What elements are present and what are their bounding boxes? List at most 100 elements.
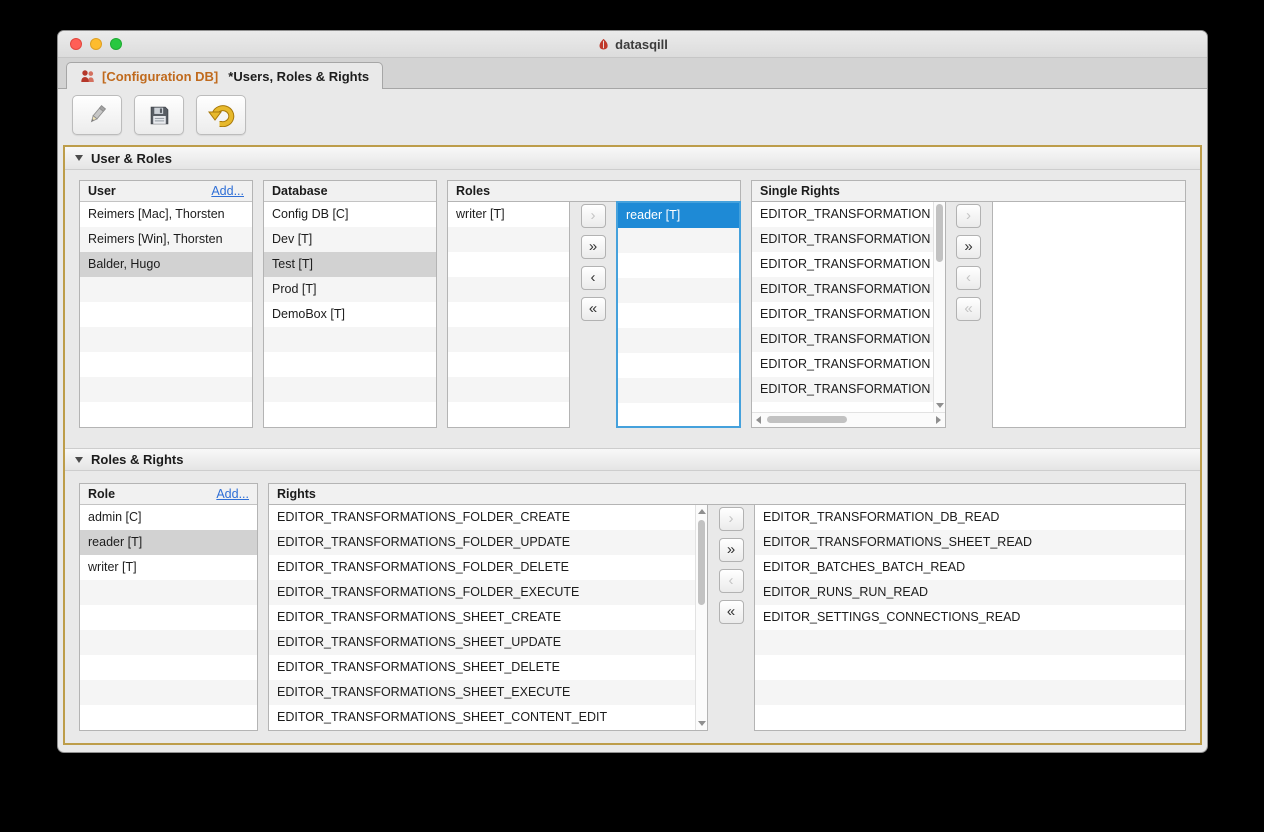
role-available-row[interactable]: writer [T] [448, 202, 569, 227]
zoom-window-button[interactable] [110, 38, 122, 50]
roles-dual-body: writer [T] › » ‹ « reader [T] [447, 201, 741, 428]
single-right-row[interactable]: EDITOR_TRANSFORMATION [752, 202, 933, 227]
scroll-up-arrow-icon[interactable] [698, 509, 706, 514]
right-available-row[interactable]: EDITOR_TRANSFORMATIONS_SHEET_UPDATE [269, 630, 695, 655]
database-row[interactable]: Config DB [C] [264, 202, 436, 227]
scroll-down-arrow-icon[interactable] [936, 403, 944, 408]
single-right-row[interactable]: EDITOR_TRANSFORMATION [752, 252, 933, 277]
vertical-scrollbar[interactable] [695, 505, 707, 730]
role-assigned-row[interactable]: reader [T] [618, 203, 739, 228]
right-available-row[interactable]: EDITOR_TRANSFORMATIONS_SHEET_DELETE [269, 655, 695, 680]
single-right-row[interactable]: EDITOR_TRANSFORMATION [752, 302, 933, 327]
move-all-right-button[interactable]: » [719, 538, 744, 562]
user-panel: User Add... Reimers [Mac], ThorstenReime… [79, 180, 253, 428]
role-list[interactable]: admin [C]reader [T]writer [T] [80, 505, 257, 730]
empty-row [448, 252, 569, 277]
horizontal-scrollbar[interactable] [752, 412, 945, 427]
roles-available-list[interactable]: writer [T] [447, 201, 570, 428]
user-list[interactable]: Reimers [Mac], ThorstenReimers [Win], Th… [80, 202, 252, 427]
right-available-row[interactable]: EDITOR_TRANSFORMATIONS_FOLDER_DELETE [269, 555, 695, 580]
move-right-button[interactable]: › [956, 204, 981, 228]
roles-assigned-list[interactable]: reader [T] [616, 201, 741, 428]
empty-row [448, 402, 569, 427]
scrollbar-thumb[interactable] [767, 416, 847, 423]
save-floppy-icon [148, 104, 171, 127]
database-row[interactable]: Prod [T] [264, 277, 436, 302]
move-left-button[interactable]: ‹ [956, 266, 981, 290]
right-available-row[interactable]: EDITOR_TRANSFORMATIONS_FOLDER_UPDATE [269, 530, 695, 555]
single-rights-rows: EDITOR_TRANSFORMATIONEDITOR_TRANSFORMATI… [752, 202, 933, 402]
tab-label-suffix: *Users, Roles & Rights [228, 69, 369, 84]
section-header-roles-rights[interactable]: Roles & Rights [65, 448, 1200, 471]
single-rights-assigned-list[interactable] [992, 201, 1187, 428]
role-row[interactable]: admin [C] [80, 505, 257, 530]
move-all-right-button[interactable]: » [581, 235, 606, 259]
section-header-user-roles[interactable]: User & Roles [65, 147, 1200, 170]
move-right-button[interactable]: › [581, 204, 606, 228]
user-row[interactable]: Reimers [Mac], Thorsten [80, 202, 252, 227]
move-all-right-button[interactable]: » [956, 235, 981, 259]
single-right-row[interactable]: EDITOR_TRANSFORMATION [752, 352, 933, 377]
empty-row [618, 353, 739, 378]
right-assigned-row[interactable]: EDITOR_BATCHES_BATCH_READ [755, 555, 1185, 580]
database-row[interactable]: DemoBox [T] [264, 302, 436, 327]
move-all-left-button[interactable]: « [719, 600, 744, 624]
scroll-right-arrow-icon[interactable] [936, 416, 941, 424]
role-row[interactable]: reader [T] [80, 530, 257, 555]
single-right-row[interactable]: EDITOR_TRANSFORMATION [752, 277, 933, 302]
tab-users-roles-rights[interactable]: [Configuration DB] *Users, Roles & Right… [66, 62, 383, 89]
user-roles-body: User Add... Reimers [Mac], ThorstenReime… [65, 170, 1200, 448]
database-header-label: Database [272, 184, 328, 198]
database-row[interactable]: Dev [T] [264, 227, 436, 252]
move-left-button[interactable]: ‹ [719, 569, 744, 593]
roles-transfer-buttons: › » ‹ « [570, 201, 616, 428]
scroll-left-arrow-icon[interactable] [756, 416, 761, 424]
save-button[interactable] [134, 95, 184, 135]
roles-header-label: Roles [456, 184, 490, 198]
role-row[interactable]: writer [T] [80, 555, 257, 580]
right-available-row[interactable]: EDITOR_TRANSFORMATIONS_FOLDER_EXECUTE [269, 580, 695, 605]
scrollbar-thumb[interactable] [698, 520, 705, 605]
database-row[interactable]: Test [T] [264, 252, 436, 277]
empty-row [448, 227, 569, 252]
close-window-button[interactable] [70, 38, 82, 50]
user-row[interactable]: Balder, Hugo [80, 252, 252, 277]
move-all-left-button[interactable]: « [956, 297, 981, 321]
single-right-row[interactable]: EDITOR_TRANSFORMATION [752, 377, 933, 402]
single-right-row[interactable]: EDITOR_TRANSFORMATION [752, 227, 933, 252]
right-available-row[interactable]: EDITOR_TRANSFORMATIONS_SHEET_CREATE [269, 605, 695, 630]
scroll-down-arrow-icon[interactable] [698, 721, 706, 726]
right-available-row[interactable]: EDITOR_TRANSFORMATIONS_FOLDER_CREATE [269, 505, 695, 530]
rights-transfer-buttons: › » ‹ « [708, 504, 754, 731]
database-list[interactable]: Config DB [C]Dev [T]Test [T]Prod [T]Demo… [264, 202, 436, 427]
rights-panel: Rights EDITOR_TRANSFORMATIONS_FOLDER_CRE… [268, 483, 1186, 731]
user-panel-header: User Add... [80, 181, 252, 202]
database-panel-header: Database [264, 181, 436, 202]
right-available-row[interactable]: EDITOR_TRANSFORMATIONS_SHEET_CONTENT_EDI… [269, 705, 695, 730]
add-role-link[interactable]: Add... [216, 487, 249, 501]
undo-button[interactable] [196, 95, 246, 135]
move-right-button[interactable]: › [719, 507, 744, 531]
user-row[interactable]: Reimers [Win], Thorsten [80, 227, 252, 252]
right-assigned-row[interactable]: EDITOR_TRANSFORMATION_DB_READ [755, 505, 1185, 530]
rights-available-list[interactable]: EDITOR_TRANSFORMATIONS_FOLDER_CREATEEDIT… [268, 504, 708, 731]
right-available-row[interactable]: EDITOR_TRANSFORMATIONS_SHEET_EXECUTE [269, 680, 695, 705]
empty-row [80, 630, 257, 655]
vertical-scrollbar[interactable] [933, 202, 945, 412]
rights-available-rows: EDITOR_TRANSFORMATIONS_FOLDER_CREATEEDIT… [269, 505, 695, 730]
single-right-row[interactable]: EDITOR_TRANSFORMATION [752, 327, 933, 352]
single-rights-available-list[interactable]: EDITOR_TRANSFORMATIONEDITOR_TRANSFORMATI… [751, 201, 946, 428]
main-toolbar [58, 89, 1207, 141]
edit-button[interactable] [72, 95, 122, 135]
move-left-button[interactable]: ‹ [581, 266, 606, 290]
right-assigned-row[interactable]: EDITOR_RUNS_RUN_READ [755, 580, 1185, 605]
move-all-left-button[interactable]: « [581, 297, 606, 321]
empty-row [755, 630, 1185, 655]
minimize-window-button[interactable] [90, 38, 102, 50]
scrollbar-thumb[interactable] [936, 204, 943, 262]
rights-header-label: Rights [277, 487, 316, 501]
add-user-link[interactable]: Add... [211, 184, 244, 198]
rights-assigned-list[interactable]: EDITOR_TRANSFORMATION_DB_READEDITOR_TRAN… [754, 504, 1186, 731]
right-assigned-row[interactable]: EDITOR_TRANSFORMATIONS_SHEET_READ [755, 530, 1185, 555]
right-assigned-row[interactable]: EDITOR_SETTINGS_CONNECTIONS_READ [755, 605, 1185, 630]
